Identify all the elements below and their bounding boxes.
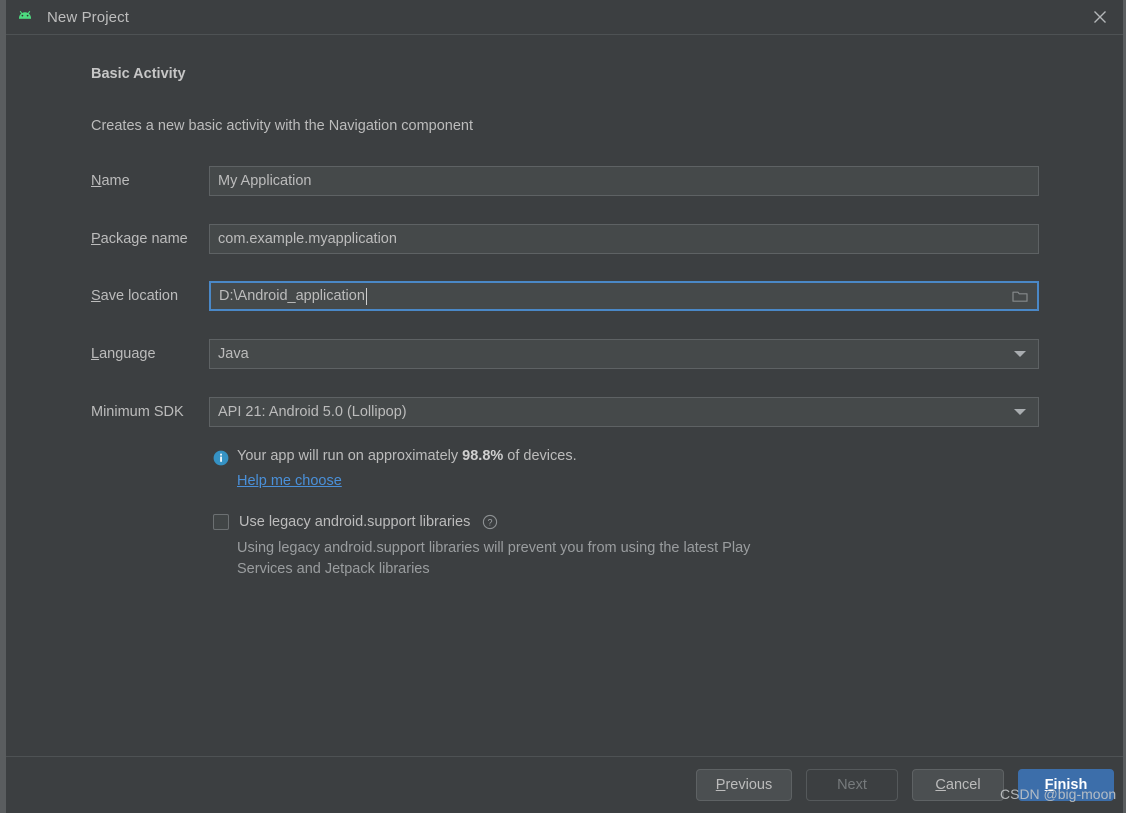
language-label-text: anguage <box>99 346 156 362</box>
dialog-footer: Previous Next Cancel Finish <box>6 756 1123 813</box>
android-robot-icon <box>15 7 35 27</box>
minimum-sdk-label: Minimum SDK <box>91 404 184 420</box>
form-row-package-name: Package name com.example.myapplication <box>91 224 1039 254</box>
finish-button[interactable]: Finish <box>1018 769 1114 801</box>
save-location-input[interactable]: D:\Android_application <box>209 281 1039 311</box>
minimum-sdk-dropdown[interactable]: API 21: Android 5.0 (Lollipop) <box>209 397 1039 427</box>
device-coverage-text: Your app will run on approximately 98.8%… <box>237 448 577 464</box>
language-dropdown[interactable]: Java <box>209 339 1039 369</box>
question-mark-icon[interactable]: ? <box>482 514 498 530</box>
finish-button-mnemonic: F <box>1044 777 1054 793</box>
finish-button-label: inish <box>1053 777 1088 793</box>
package-name-label-mnemonic: P <box>91 231 101 247</box>
title-bar: New Project <box>6 0 1123 35</box>
form-row-language: Language Java <box>91 339 1039 369</box>
device-coverage-info: Your app will run on approximately 98.8%… <box>213 448 913 489</box>
legacy-libraries-checkbox[interactable] <box>213 514 229 530</box>
svg-text:?: ? <box>488 517 493 527</box>
name-input[interactable]: My Application <box>209 166 1039 196</box>
help-me-choose-link[interactable]: Help me choose <box>237 473 913 489</box>
text-caret <box>365 287 367 305</box>
package-name-label-text: ackage name <box>100 231 188 247</box>
legacy-libraries-label: Use legacy android.support libraries <box>239 514 471 530</box>
name-label-mnemonic: N <box>91 173 102 189</box>
chevron-down-icon[interactable] <box>1014 409 1026 415</box>
name-label: Name <box>91 173 209 189</box>
cancel-button-label: ancel <box>945 777 981 793</box>
cancel-button[interactable]: Cancel <box>912 769 1004 801</box>
language-dropdown-value: Java <box>218 346 249 362</box>
legacy-libraries-option: Use legacy android.support libraries ? U… <box>213 514 973 580</box>
previous-button-label: revious <box>725 777 773 793</box>
package-name-input[interactable]: com.example.myapplication <box>209 224 1039 254</box>
language-label: Language <box>91 346 209 362</box>
package-name-input-value: com.example.myapplication <box>218 231 397 247</box>
folder-icon[interactable] <box>1012 289 1028 303</box>
page-title: Basic Activity <box>91 66 186 82</box>
close-icon[interactable] <box>1077 0 1123 34</box>
coverage-text-after: of devices. <box>503 448 577 464</box>
save-location-label-mnemonic: S <box>91 288 101 304</box>
coverage-text-before: Your app will run on approximately <box>237 448 463 464</box>
legacy-libraries-row[interactable]: Use legacy android.support libraries ? <box>213 514 973 530</box>
next-button-label: Next <box>837 777 867 793</box>
dialog-body: Basic Activity Creates a new basic activ… <box>6 36 1123 755</box>
window-title: New Project <box>47 8 129 26</box>
form-row-save-location: Save location D:\Android_application <box>91 281 1039 311</box>
save-location-input-value: D:\Android_application <box>219 288 365 304</box>
name-label-text: ame <box>101 173 130 189</box>
previous-button-mnemonic: P <box>715 777 726 793</box>
page-description: Creates a new basic activity with the Na… <box>91 118 474 134</box>
save-location-label: Save location <box>91 288 209 304</box>
device-coverage-line: Your app will run on approximately 98.8%… <box>213 448 913 466</box>
info-icon <box>213 450 229 466</box>
save-location-label-text: ave location <box>100 288 179 304</box>
next-button[interactable]: Next <box>806 769 898 801</box>
language-label-mnemonic: L <box>91 346 100 362</box>
form-row-minimum-sdk: Minimum SDK API 21: Android 5.0 (Lollipo… <box>91 397 1039 427</box>
new-project-dialog: New Project Basic Activity Creates a new… <box>0 0 1126 813</box>
minimum-sdk-dropdown-value: API 21: Android 5.0 (Lollipop) <box>218 404 407 420</box>
coverage-percent: 98.8% <box>462 448 504 464</box>
name-input-value: My Application <box>218 173 312 189</box>
previous-button[interactable]: Previous <box>696 769 792 801</box>
form-row-name: Name My Application <box>91 166 1039 196</box>
chevron-down-icon[interactable] <box>1014 351 1026 357</box>
package-name-label: Package name <box>91 231 209 247</box>
cancel-button-mnemonic: C <box>935 777 946 793</box>
legacy-libraries-description: Using legacy android.support libraries w… <box>237 540 751 577</box>
